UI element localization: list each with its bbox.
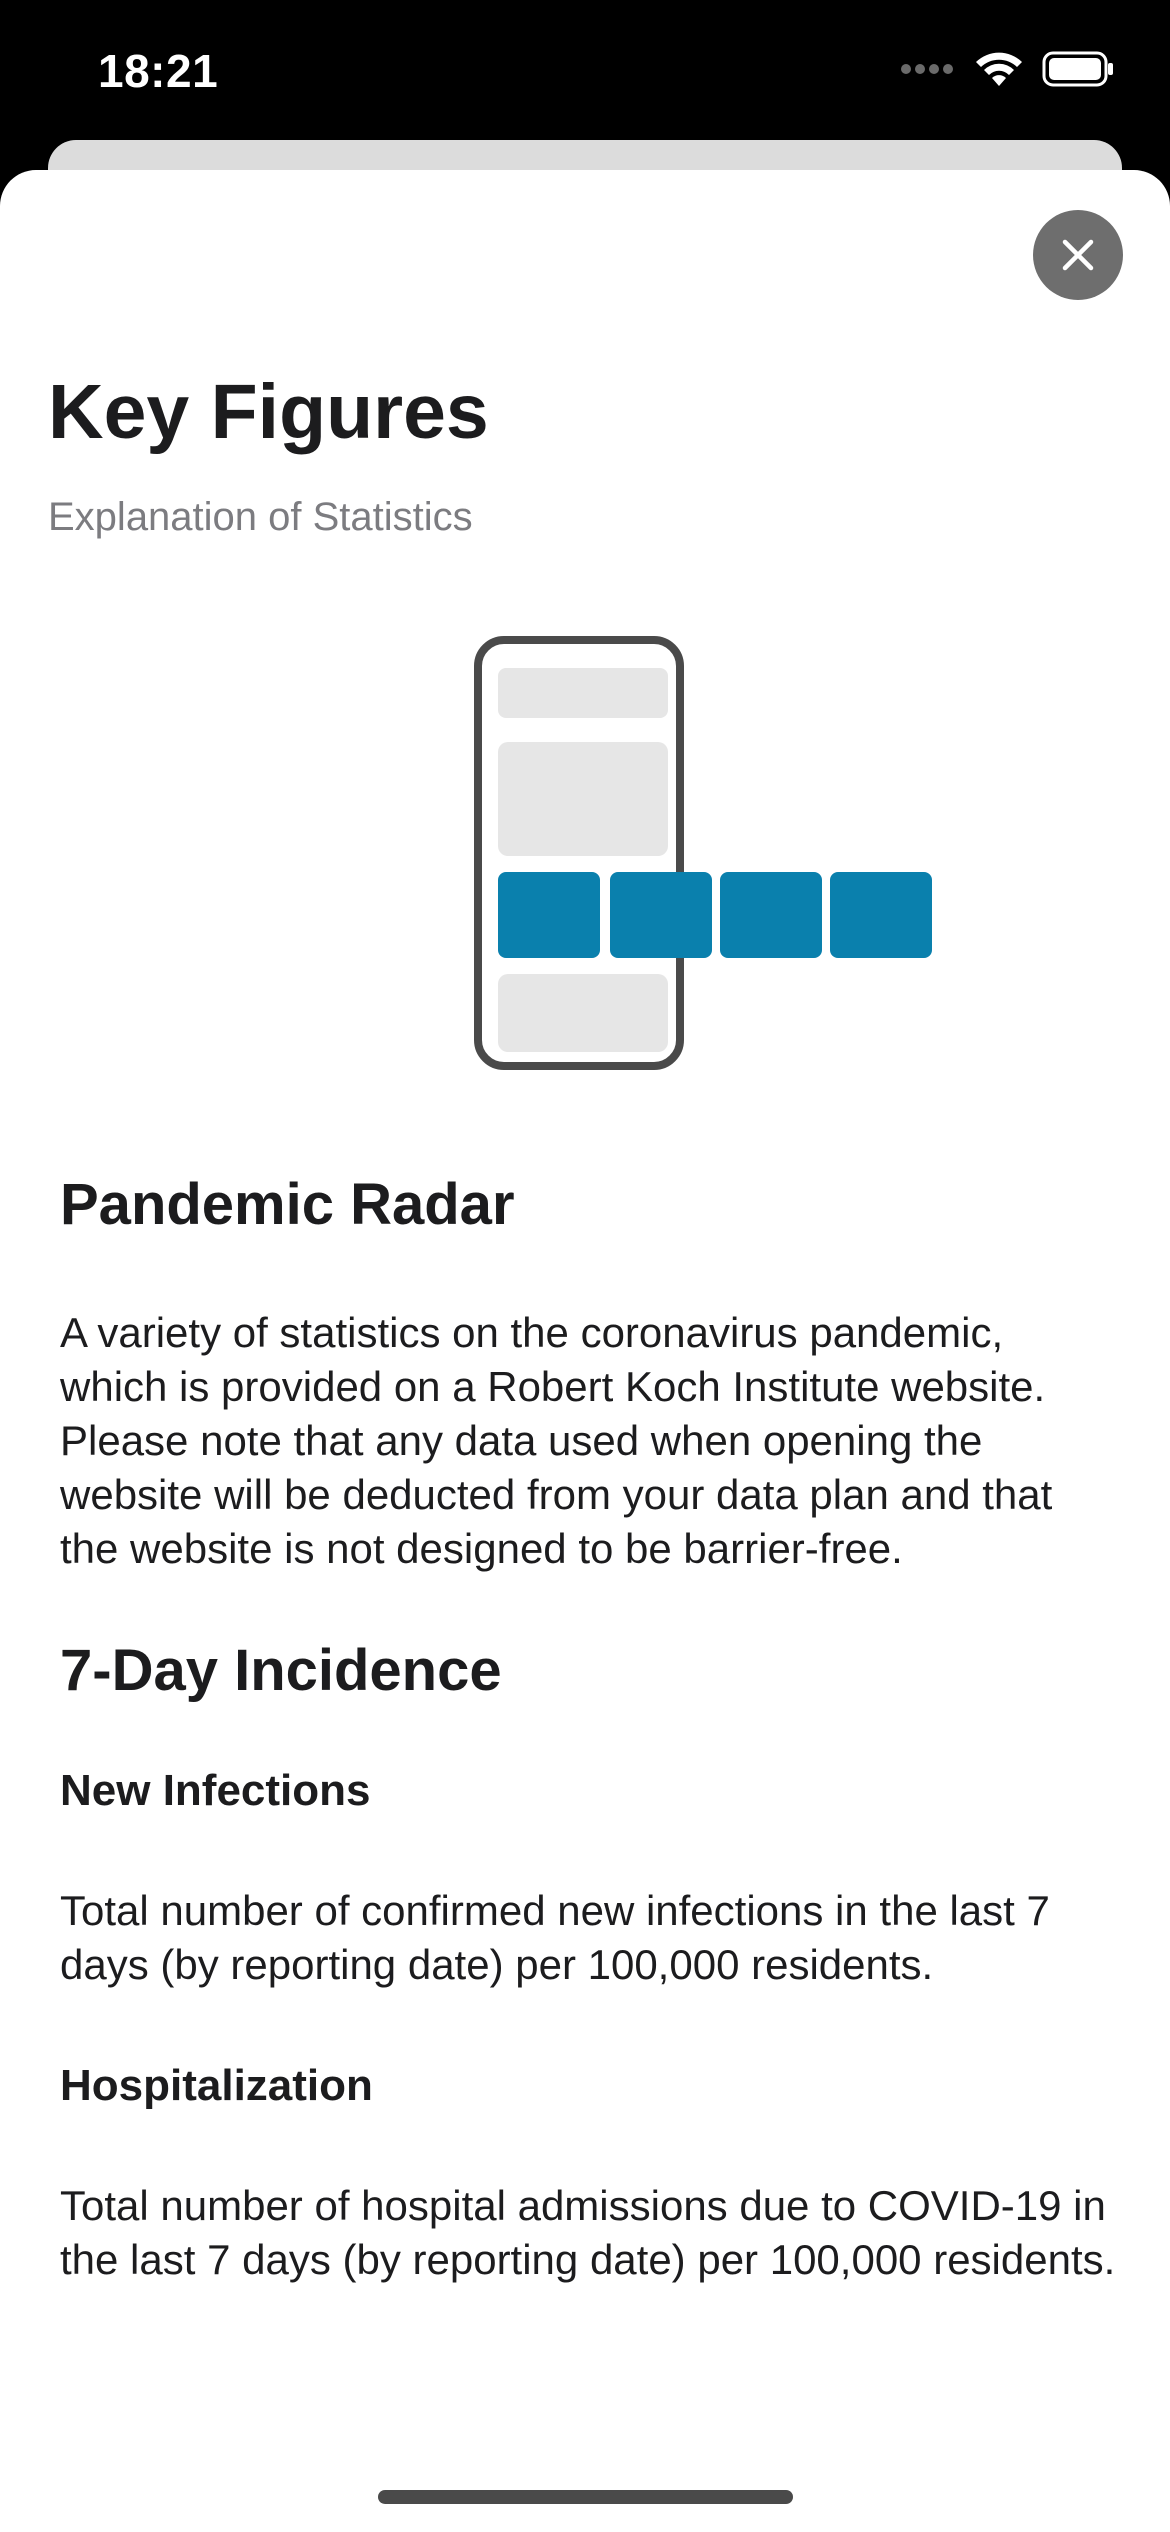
hospitalization-title: Hospitalization [60, 2060, 373, 2110]
phone-tiles-illustration [474, 636, 932, 1070]
new-infections-title: New Infections [60, 1766, 371, 1816]
page-subtitle: Explanation of Statistics [48, 495, 473, 539]
pandemic-radar-text-1: A variety of statistics on the coronavir… [60, 1308, 1046, 1410]
signal-icon [901, 64, 953, 74]
pandemic-radar-title: Pandemic Radar [60, 1172, 515, 1237]
battery-icon [1042, 51, 1113, 87]
incidence-title: 7-Day Incidence [60, 1637, 502, 1703]
close-button[interactable] [1033, 210, 1123, 300]
status-bar: 18:21 [0, 0, 1170, 140]
hospitalization-text: Total number of hospital admissions due … [60, 2181, 1116, 2283]
close-icon [1062, 239, 1094, 271]
page-title: Key Figures [48, 369, 489, 455]
new-infections-text: Total number of confirmed new infections… [60, 1886, 1050, 1988]
pandemic-radar-text-2: Please note that any data used when open… [60, 1416, 1053, 1572]
home-indicator[interactable] [378, 2490, 793, 2504]
status-time: 18:21 [98, 45, 219, 97]
content: Pandemic Radar A variety of statistics o… [60, 1170, 1120, 2287]
status-icons [900, 50, 1114, 88]
wifi-icon [976, 52, 1022, 86]
